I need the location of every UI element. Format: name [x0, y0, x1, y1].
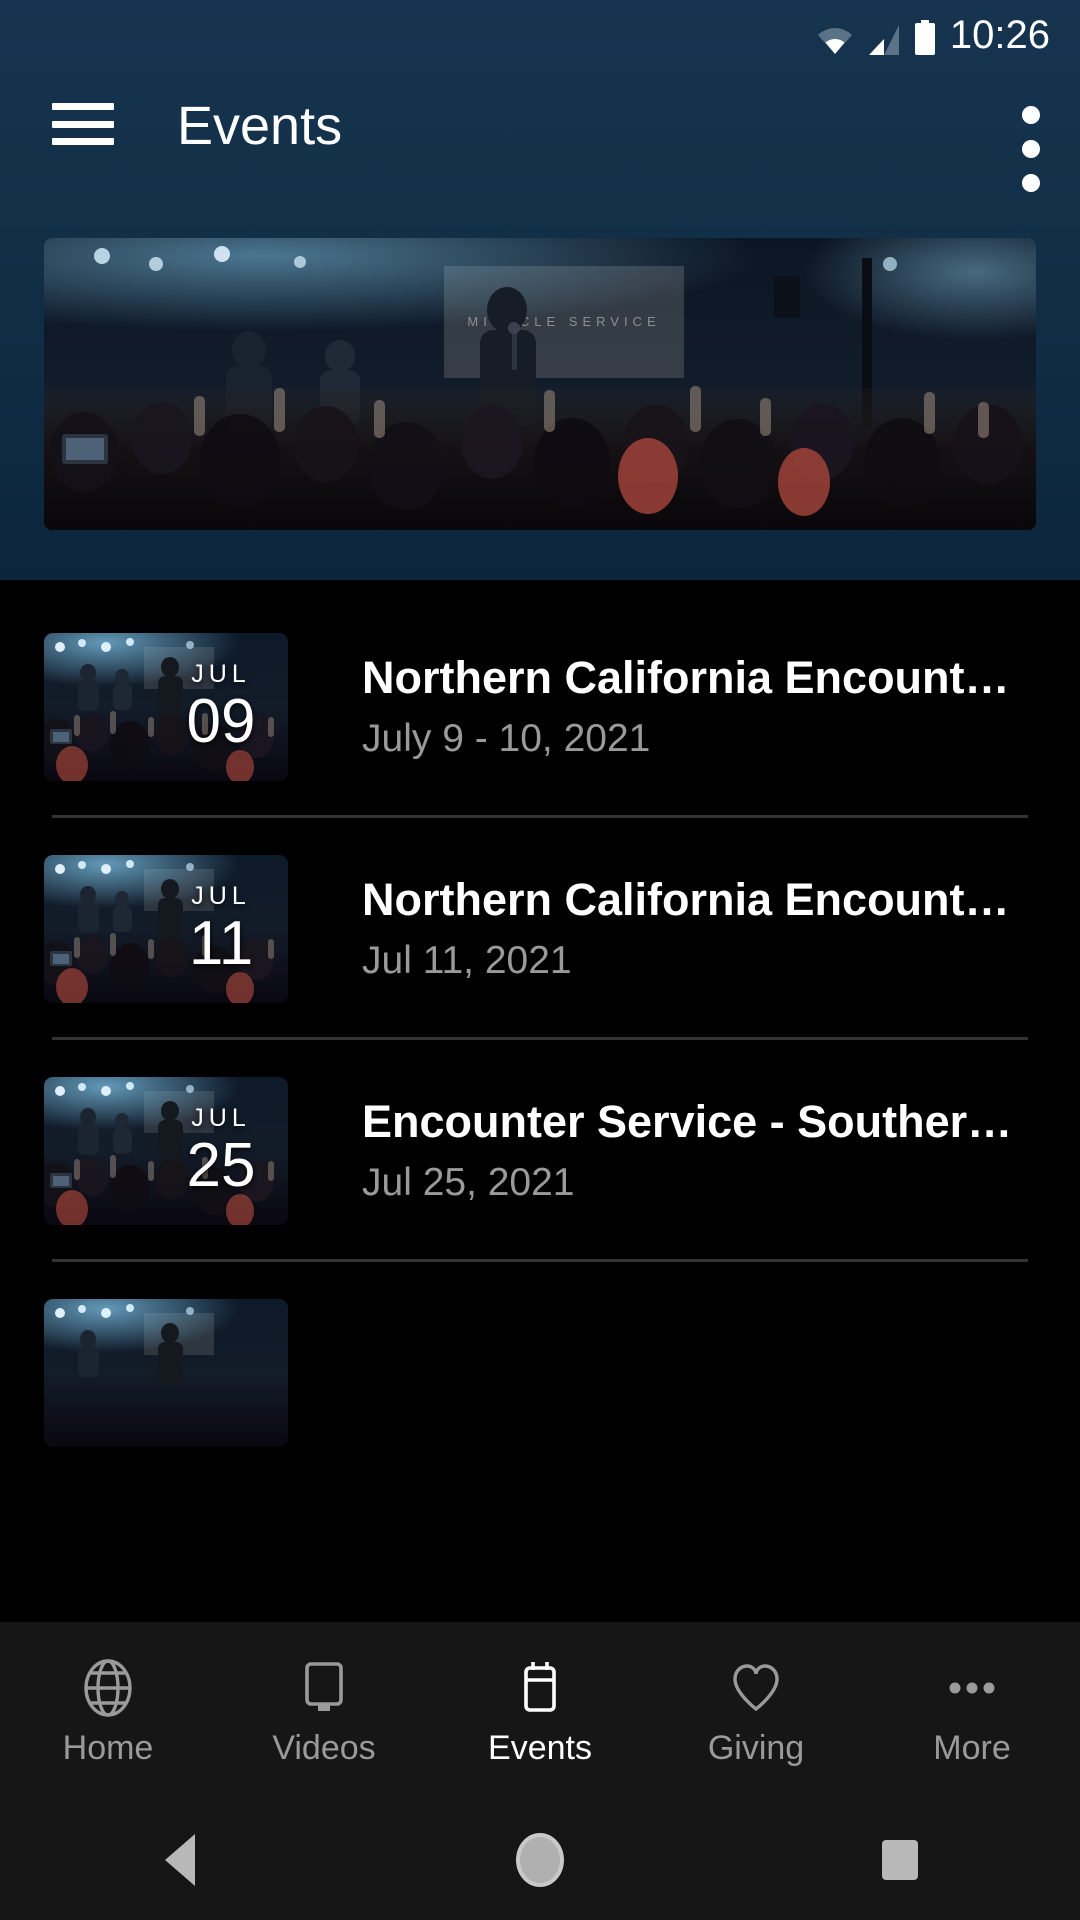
- event-date-text: July 9 - 10, 2021: [362, 716, 651, 760]
- events-list: JUL 09 Northern California Encount… July…: [0, 596, 1080, 1656]
- tab-home[interactable]: Home: [0, 1622, 216, 1800]
- ellipsis-icon: [941, 1657, 1003, 1719]
- bottom-tab-bar: Home Videos Events Giving More: [0, 1622, 1080, 1800]
- calendar-icon: [509, 1657, 571, 1719]
- recents-square-icon[interactable]: [840, 1800, 960, 1920]
- tab-label-giving: Giving: [707, 1729, 805, 1767]
- event-badge-day: 11: [188, 908, 254, 978]
- event-thumbnail: JUL 11: [44, 855, 288, 1003]
- app-bar: Events: [0, 78, 1080, 192]
- cellular-signal-icon: [867, 24, 901, 56]
- hero-image: MIRACLE SERVICE: [44, 238, 1036, 530]
- event-thumbnail: [44, 1299, 288, 1447]
- heart-icon: [725, 1657, 787, 1719]
- event-badge-month: JUL: [191, 881, 251, 910]
- event-date-badge: JUL 11: [166, 855, 276, 1003]
- event-list-item[interactable]: JUL 09 Northern California Encount… July…: [0, 596, 1080, 818]
- event-thumbnail: JUL 25: [44, 1077, 288, 1225]
- status-bar: 10:26: [0, 0, 1080, 72]
- tab-label-videos: Videos: [272, 1729, 376, 1767]
- event-badge-month: JUL: [191, 1103, 251, 1132]
- event-date-badge: JUL 25: [166, 1077, 276, 1225]
- overflow-menu-icon[interactable]: [1022, 106, 1040, 192]
- event-text-block: Northern California Encount… July 9 - 10…: [362, 653, 1080, 760]
- event-thumbnail-image: [44, 1299, 288, 1447]
- event-badge-month: JUL: [191, 659, 251, 688]
- status-bar-icons: [816, 16, 936, 56]
- tab-label-more: More: [933, 1729, 1011, 1767]
- event-badge-day: 09: [186, 686, 256, 756]
- wifi-icon: [816, 26, 854, 56]
- hamburger-menu-icon[interactable]: [52, 103, 114, 145]
- event-list-item-partial[interactable]: [0, 1262, 1080, 1484]
- status-bar-clock: 10:26: [949, 13, 1050, 57]
- tab-giving[interactable]: Giving: [648, 1622, 864, 1800]
- event-list-item[interactable]: JUL 11 Northern California Encount… Jul …: [0, 818, 1080, 1040]
- globe-icon: [77, 1657, 139, 1719]
- tab-label-events: Events: [488, 1729, 592, 1767]
- monitor-icon: [293, 1657, 355, 1719]
- event-date-text: Jul 11, 2021: [362, 938, 572, 982]
- event-text-block: Encounter Service - Souther… Jul 25, 202…: [362, 1097, 1080, 1204]
- event-text-block: Northern California Encount… Jul 11, 202…: [362, 875, 1080, 982]
- featured-event-banner[interactable]: MIRACLE SERVICE: [44, 238, 1036, 530]
- event-thumbnail: JUL 09: [44, 633, 288, 781]
- page-title: Events: [177, 96, 343, 156]
- app-root: 10:26 Events JUL 09 Northern California …: [0, 0, 1080, 1920]
- event-title: Northern California Encount…: [362, 875, 1010, 926]
- tab-events[interactable]: Events: [432, 1622, 648, 1800]
- tab-label-home: Home: [62, 1729, 154, 1767]
- android-nav-bar: [0, 1800, 1080, 1920]
- event-badge-day: 25: [186, 1130, 256, 1200]
- tab-videos[interactable]: Videos: [216, 1622, 432, 1800]
- tab-more[interactable]: More: [864, 1622, 1080, 1800]
- back-triangle-icon[interactable]: [120, 1800, 240, 1920]
- event-title: Encounter Service - Souther…: [362, 1097, 1013, 1148]
- home-circle-icon[interactable]: [480, 1800, 600, 1920]
- event-date-badge: JUL 09: [166, 633, 276, 781]
- event-title: Northern California Encount…: [362, 653, 1010, 704]
- battery-icon: [914, 20, 936, 56]
- event-list-item[interactable]: JUL 25 Encounter Service - Souther… Jul …: [0, 1040, 1080, 1262]
- event-date-text: Jul 25, 2021: [362, 1160, 575, 1204]
